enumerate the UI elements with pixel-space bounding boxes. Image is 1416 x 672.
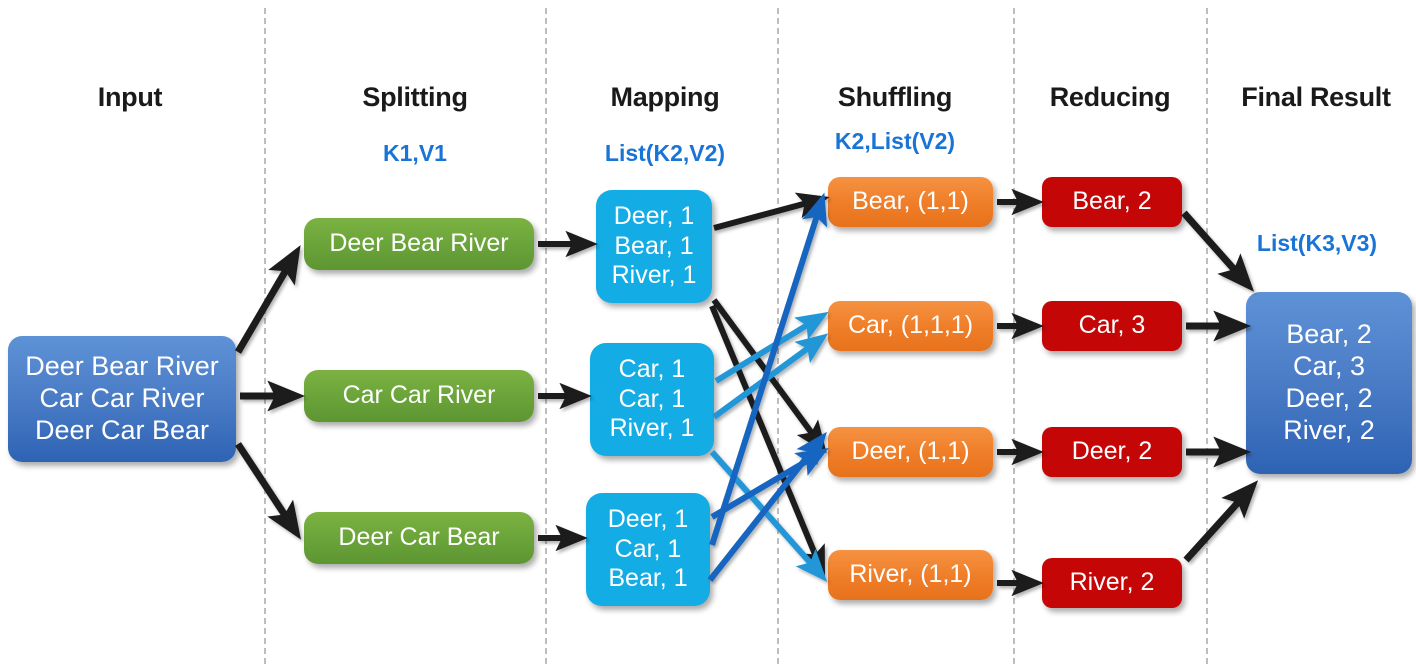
arrow-input-to-split-1 [234, 245, 301, 354]
reduce-box-bear[interactable]: Bear, 2 [1042, 177, 1182, 227]
input-line-3: Deer Car Bear [34, 414, 210, 445]
phase-divider-5 [1206, 8, 1208, 664]
reduce-box-deer[interactable]: Deer, 2 [1042, 427, 1182, 477]
reduce-box-car[interactable]: Car, 3 [1042, 301, 1182, 351]
arrow-reduce-river-to-final [1183, 480, 1259, 563]
kv-label-list-k2v2: List(K2,V2) [604, 140, 726, 166]
map-box-2[interactable]: Car, 1 Car, 1 River, 1 [590, 343, 714, 456]
final-line-4: River, 2 [1283, 414, 1375, 445]
split-box-3[interactable]: Deer Car Bear [304, 512, 534, 564]
kv-label-k1v1: K1,V1 [383, 140, 447, 166]
shuffle-box-car[interactable]: Car, (1,1,1) [828, 301, 993, 351]
arrow-map1-deer-to-shuffle-deer [711, 298, 827, 454]
arrow-map3-car-to-shuffle-car [709, 192, 828, 546]
phase-title-reducing: Reducing [1049, 82, 1171, 112]
split-box-1[interactable]: Deer Bear River [304, 218, 534, 270]
phase-title-shuffling: Shuffling [837, 82, 953, 112]
phase-divider-2 [545, 8, 547, 664]
final-line-3: Deer, 2 [1285, 383, 1373, 413]
phase-divider-1 [264, 8, 266, 664]
phase-title-splitting: Splitting [362, 82, 468, 112]
phase-title-mapping: Mapping [610, 82, 720, 112]
arrow-map3-bear-to-shuffle-bear [707, 431, 827, 582]
kv-label-k2-list-v2: K2,List(V2) [834, 128, 956, 154]
arrow-input-to-split-3 [235, 442, 302, 540]
map-box-3-line-2: Car, 1 [614, 534, 682, 563]
map-box-2-line-2: Car, 1 [618, 384, 686, 413]
shuffle-box-deer[interactable]: Deer, (1,1) [828, 427, 993, 477]
arrow-map2-river-to-shuffle-river [709, 450, 828, 582]
phase-title-final-result: Final Result [1241, 82, 1391, 112]
final-line-1: Bear, 2 [1286, 319, 1372, 350]
reduce-box-river[interactable]: River, 2 [1042, 558, 1182, 608]
arrow-map3-deer-to-shuffle-deer [710, 448, 829, 520]
map-box-3[interactable]: Deer, 1 Car, 1 Bear, 1 [586, 493, 710, 606]
map-box-1-line-2: Bear, 1 [614, 231, 694, 260]
map-box-2-line-3: River, 1 [609, 414, 695, 443]
arrow-map1-river-to-shuffle-river [709, 304, 825, 579]
map-box-2-line-1: Car, 1 [618, 355, 686, 384]
kv-label-list-k3v3: List(K3,V3) [1256, 230, 1378, 256]
final-line-2: Car, 3 [1292, 351, 1366, 382]
map-box-3-line-3: Bear, 1 [608, 564, 688, 593]
phase-title-input: Input [97, 82, 163, 112]
input-line-1: Deer Bear River [25, 351, 219, 382]
shuffle-box-river[interactable]: River, (1,1) [828, 550, 993, 600]
split-box-2[interactable]: Car Car River [304, 370, 534, 422]
input-box[interactable]: Deer Bear River Car Car River Deer Car B… [8, 336, 236, 462]
arrow-map2-car-to-shuffle-car-a [714, 311, 829, 384]
arrow-map1-bear-to-shuffle-bear [713, 192, 830, 231]
map-box-1[interactable]: Deer, 1 Bear, 1 River, 1 [596, 190, 712, 303]
final-result-box[interactable]: Bear, 2 Car, 3 Deer, 2 River, 2 [1246, 292, 1412, 474]
arrow-map2-car-to-shuffle-car-b [712, 333, 829, 420]
map-box-1-line-3: River, 1 [611, 261, 697, 290]
phase-divider-4 [1013, 8, 1015, 664]
map-box-1-line-1: Deer, 1 [613, 202, 695, 231]
shuffle-box-bear[interactable]: Bear, (1,1) [828, 177, 993, 227]
map-box-3-line-1: Deer, 1 [607, 505, 689, 534]
phase-divider-3 [777, 8, 779, 664]
input-line-2: Car Car River [39, 383, 205, 414]
mapreduce-diagram: Input Splitting Mapping Shuffling Reduci… [0, 0, 1416, 672]
